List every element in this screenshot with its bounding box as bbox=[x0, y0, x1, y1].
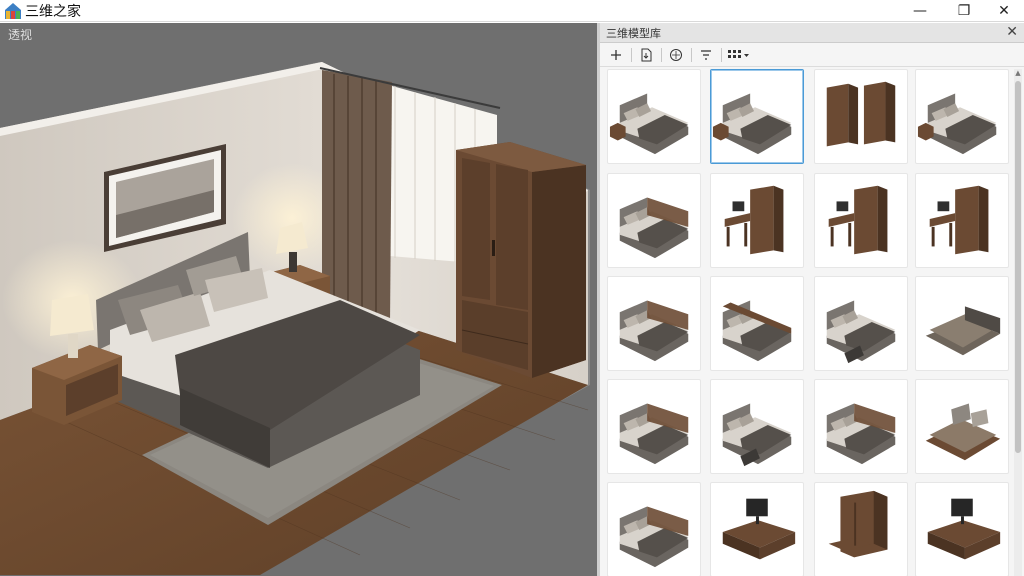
model-thumbnail-tv-desk[interactable] bbox=[710, 482, 804, 576]
bed-d-preview bbox=[722, 403, 792, 467]
add-icon[interactable] bbox=[604, 45, 628, 65]
model-thumbnail-wardrobe-pair[interactable] bbox=[814, 69, 908, 164]
house-logo-icon bbox=[5, 2, 21, 19]
filter-icon[interactable] bbox=[694, 45, 718, 65]
model-thumbnail-desk-wardrobe[interactable] bbox=[814, 173, 908, 268]
model-thumbnail-bed-a[interactable] bbox=[607, 69, 701, 164]
bed-e-preview bbox=[925, 403, 1001, 461]
bed-a-preview bbox=[609, 93, 689, 155]
model-thumbnail-bed-a[interactable] bbox=[915, 69, 1009, 164]
model-thumbnail-tv-desk[interactable] bbox=[915, 482, 1009, 576]
model-thumbnail-bed-e[interactable] bbox=[915, 379, 1009, 474]
maximize-button[interactable]: ❐ bbox=[944, 0, 984, 22]
sofa-bed-preview bbox=[925, 306, 1001, 356]
bed-d-preview bbox=[826, 300, 896, 364]
app-window: 三维之家 — ❐ ✕ 透视 三维模型库 ✕ ▲ bbox=[0, 0, 1024, 576]
model-thumbnail-grid bbox=[607, 69, 1009, 576]
model-thumbnail-bed-b[interactable] bbox=[607, 482, 701, 576]
library-header: 三维模型库 ✕ bbox=[600, 23, 1024, 43]
library-title: 三维模型库 bbox=[606, 26, 661, 40]
close-button[interactable]: ✕ bbox=[984, 0, 1024, 22]
model-thumbnail-bed-b[interactable] bbox=[814, 379, 908, 474]
library-close-button[interactable]: ✕ bbox=[1006, 24, 1018, 40]
desk-wardrobe-preview bbox=[929, 185, 989, 255]
model-thumbnail-bed-d[interactable] bbox=[814, 276, 908, 371]
bed-b-preview bbox=[619, 300, 689, 362]
model-thumbnail-sofa-bed[interactable] bbox=[915, 276, 1009, 371]
scrollbar-thumb[interactable] bbox=[1015, 81, 1021, 453]
wardrobe-pair-preview bbox=[826, 81, 896, 147]
model-thumbnail-bed-b[interactable] bbox=[607, 276, 701, 371]
desk-wardrobe-preview bbox=[828, 185, 888, 255]
model-thumbnail-bed-d[interactable] bbox=[710, 379, 804, 474]
bed-c-preview bbox=[722, 300, 792, 362]
bed-b-preview bbox=[619, 197, 689, 259]
viewport-label: 透视 bbox=[8, 28, 33, 42]
bed-a-preview bbox=[712, 93, 792, 155]
library-toolbar bbox=[600, 43, 1024, 67]
bed-b-preview bbox=[826, 403, 896, 465]
wardrobe-single-preview bbox=[828, 490, 888, 558]
title-bar: 三维之家 — ❐ ✕ bbox=[0, 0, 1024, 22]
view-grid-dropdown-icon[interactable] bbox=[724, 45, 754, 65]
import-file-icon[interactable] bbox=[634, 45, 658, 65]
bed-a-preview bbox=[917, 93, 997, 155]
model-thumbnail-desk-wardrobe[interactable] bbox=[710, 173, 804, 268]
model-thumbnail-bed-a[interactable] bbox=[710, 69, 804, 164]
desk-wardrobe-preview bbox=[724, 185, 784, 255]
bed-b-preview bbox=[619, 506, 689, 568]
3d-viewport[interactable]: 透视 bbox=[0, 23, 597, 576]
toolbar-divider bbox=[721, 47, 722, 62]
model-thumbnail-desk-wardrobe[interactable] bbox=[915, 173, 1009, 268]
minimize-button[interactable]: — bbox=[900, 0, 940, 22]
model-library-panel: 三维模型库 ✕ ▲ bbox=[600, 23, 1024, 576]
bed-b-preview bbox=[619, 403, 689, 465]
tv-desk-preview bbox=[927, 498, 1001, 560]
model-thumbnail-bed-c[interactable] bbox=[710, 276, 804, 371]
model-thumbnail-wardrobe-single[interactable] bbox=[814, 482, 908, 576]
toolbar-divider bbox=[691, 47, 692, 62]
material-icon[interactable] bbox=[664, 45, 688, 65]
app-title: 三维之家 bbox=[25, 3, 81, 20]
bedroom-scene bbox=[0, 62, 590, 575]
library-scrollbar[interactable]: ▲ bbox=[1014, 69, 1022, 576]
model-thumbnail-bed-b[interactable] bbox=[607, 379, 701, 474]
toolbar-divider bbox=[661, 47, 662, 62]
model-thumbnail-bed-b[interactable] bbox=[607, 173, 701, 268]
scroll-up-icon[interactable]: ▲ bbox=[1014, 69, 1022, 77]
tv-desk-preview bbox=[722, 498, 796, 560]
toolbar-divider bbox=[631, 47, 632, 62]
